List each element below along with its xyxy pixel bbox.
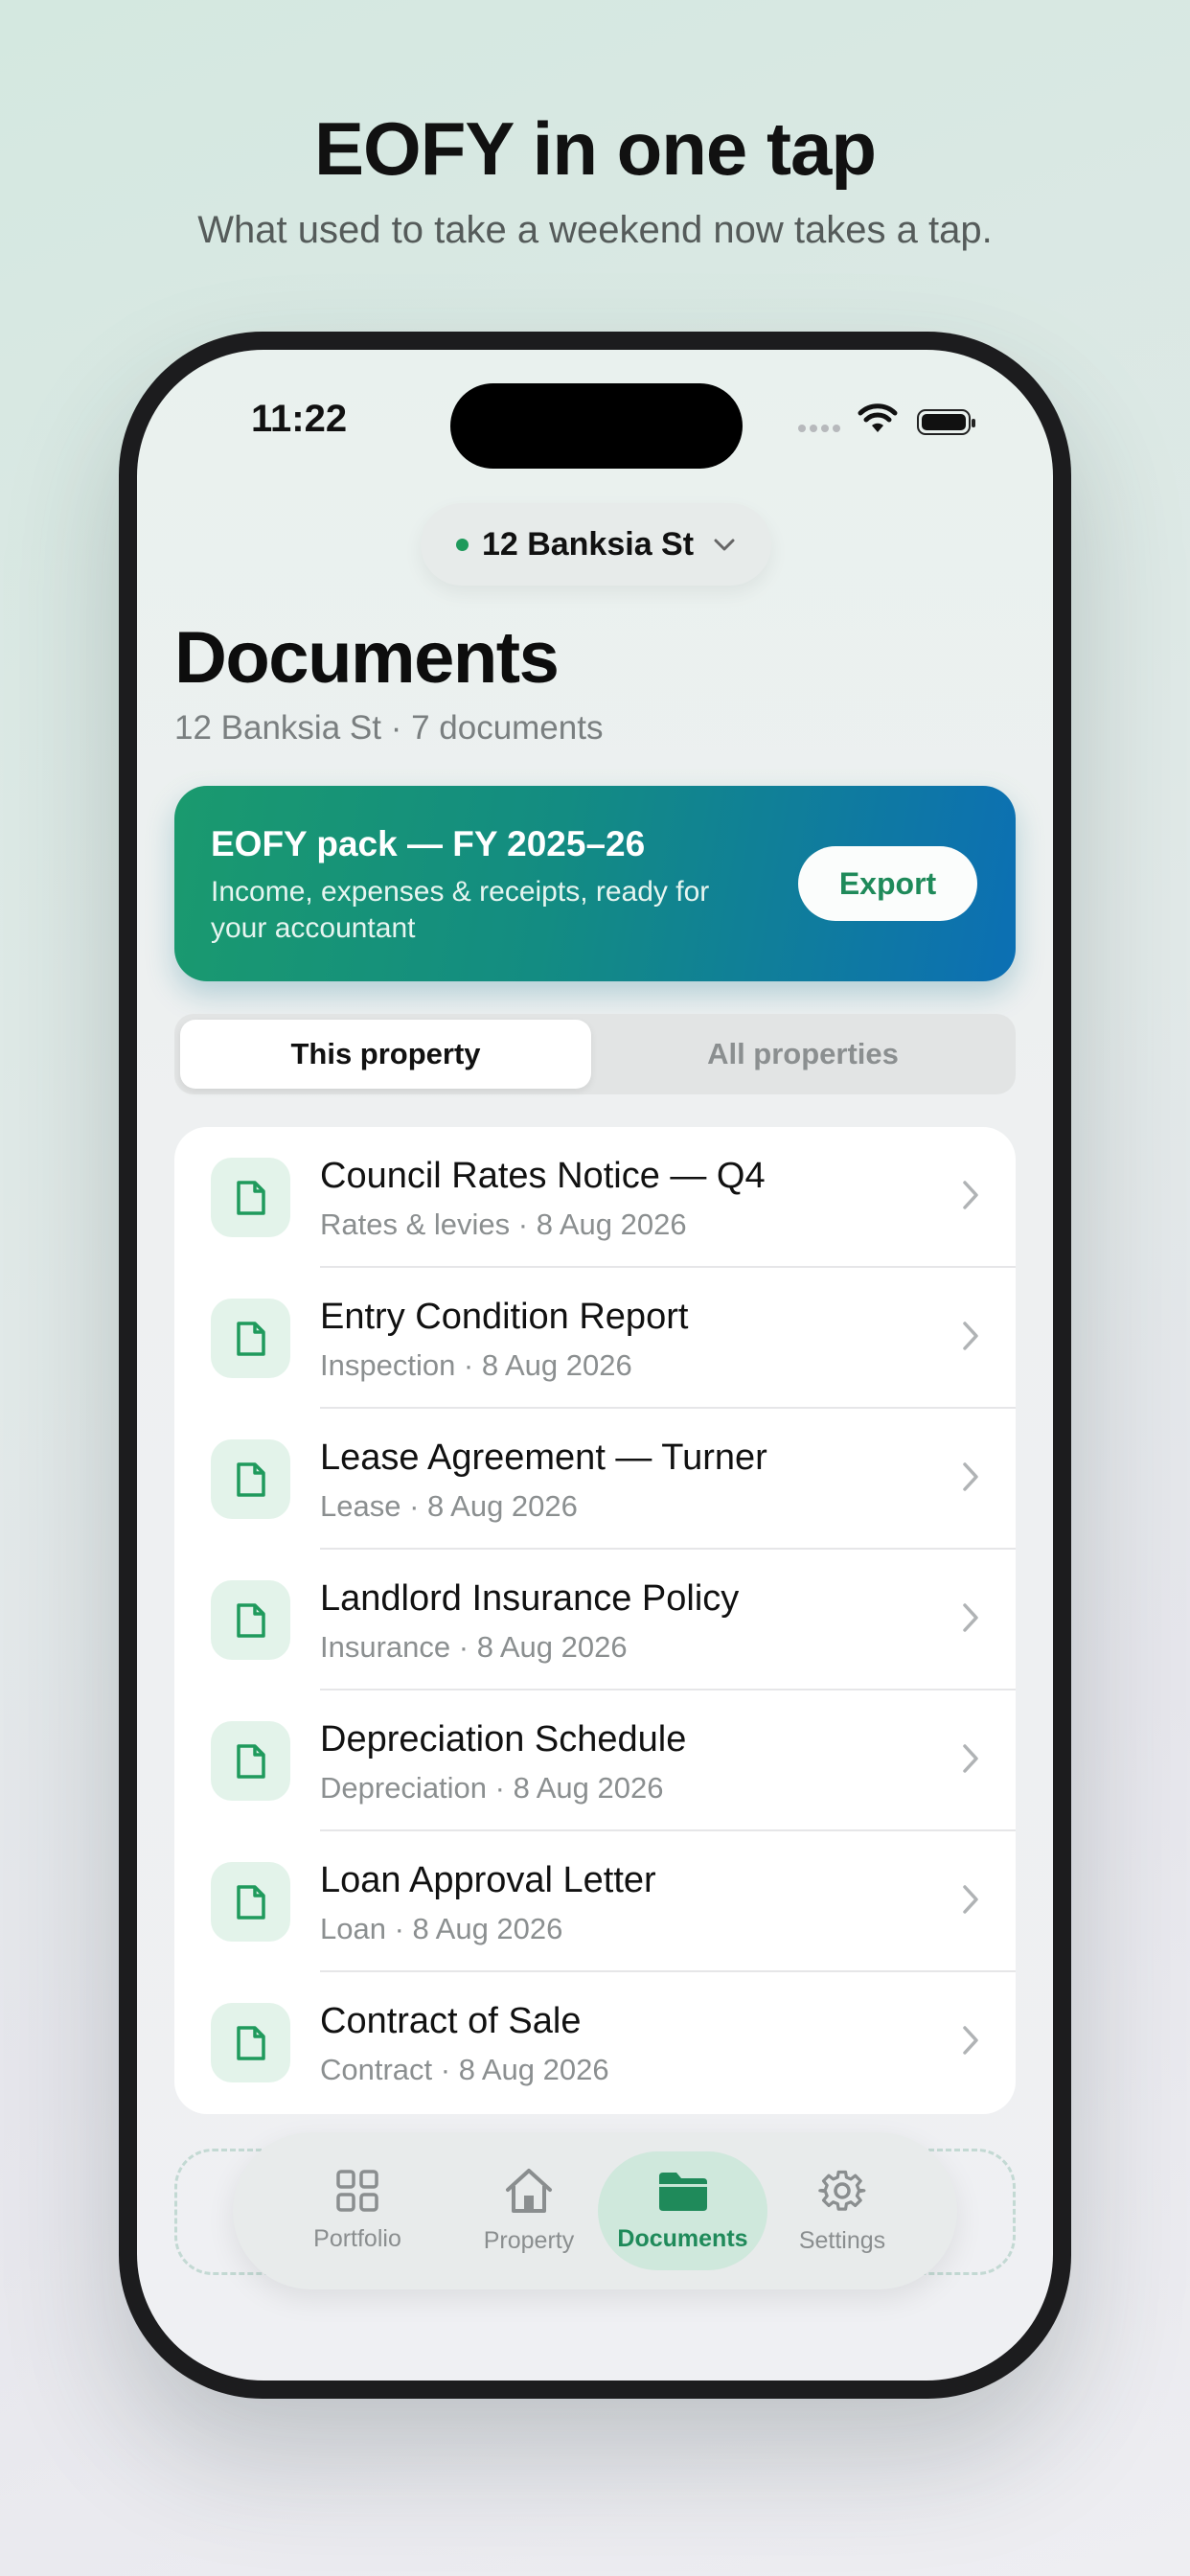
document-icon xyxy=(211,1721,290,1801)
document-row[interactable]: Landlord Insurance Policy Insurance · 8 … xyxy=(174,1550,1016,1690)
eofy-card-title: EOFY pack — FY 2025–26 xyxy=(211,824,646,863)
tab-label: Documents xyxy=(617,2225,748,2252)
document-meta: Depreciation · 8 Aug 2026 xyxy=(320,1771,664,1805)
export-button[interactable]: Export xyxy=(798,846,977,921)
document-title: Depreciation Schedule xyxy=(320,1719,687,1760)
signal-icon xyxy=(798,420,844,437)
house-icon xyxy=(503,2167,555,2220)
chevron-right-icon xyxy=(962,1884,979,1920)
status-dot xyxy=(455,538,469,551)
document-meta: Contract · 8 Aug 2026 xyxy=(320,2053,609,2086)
wifi-icon xyxy=(858,403,898,441)
dynamic-island xyxy=(450,383,743,469)
tab-bar: Portfolio Property Documents Settings xyxy=(233,2132,957,2289)
segment-all-properties[interactable]: All properties xyxy=(596,1020,1010,1089)
chevron-right-icon xyxy=(962,1461,979,1497)
document-row[interactable]: Loan Approval Letter Loan · 8 Aug 2026 xyxy=(174,1831,1016,1972)
document-title: Landlord Insurance Policy xyxy=(320,1578,740,1619)
document-icon xyxy=(211,1299,290,1378)
documents-list: Council Rates Notice — Q4 Rates & levies… xyxy=(174,1127,1016,2114)
document-meta: Rates & levies · 8 Aug 2026 xyxy=(320,1208,687,1241)
chevron-right-icon xyxy=(962,2025,979,2060)
tab-documents[interactable]: Documents xyxy=(598,2132,767,2289)
battery-icon xyxy=(917,409,975,435)
status-time: 11:22 xyxy=(251,398,348,440)
chevron-down-icon xyxy=(713,530,736,560)
chevron-right-icon xyxy=(962,1743,979,1779)
document-title: Council Rates Notice — Q4 xyxy=(320,1156,766,1196)
folder-icon xyxy=(656,2169,710,2218)
tab-property[interactable]: Property xyxy=(447,2132,610,2289)
document-row[interactable]: Lease Agreement — Turner Lease · 8 Aug 2… xyxy=(174,1409,1016,1550)
document-meta: Inspection · 8 Aug 2026 xyxy=(320,1348,632,1382)
page-subtitle: 12 Banksia St · 7 documents xyxy=(174,709,604,747)
document-icon xyxy=(211,1439,290,1519)
document-title: Contract of Sale xyxy=(320,2001,582,2041)
tab-label: Property xyxy=(483,2227,575,2254)
phone-screen: 11:22 12 Banksia St Documents 12 Banksia… xyxy=(137,350,1053,2380)
document-meta: Lease · 8 Aug 2026 xyxy=(320,1489,578,1523)
promo-headline: EOFY in one tap xyxy=(314,106,877,191)
document-meta: Loan · 8 Aug 2026 xyxy=(320,1912,563,1945)
document-title: Entry Condition Report xyxy=(320,1297,689,1337)
property-selector-label: 12 Banksia St xyxy=(481,525,695,563)
chevron-right-icon xyxy=(962,1602,979,1638)
promo-subhead: What used to take a weekend now takes a … xyxy=(197,209,993,251)
segment-this-property[interactable]: This property xyxy=(180,1020,591,1089)
document-row[interactable]: Depreciation Schedule Depreciation · 8 A… xyxy=(174,1690,1016,1831)
document-icon xyxy=(211,2003,290,2082)
gear-icon xyxy=(818,2167,866,2220)
chevron-right-icon xyxy=(962,1180,979,1215)
document-title: Lease Agreement — Turner xyxy=(320,1438,767,1478)
tab-portfolio[interactable]: Portfolio xyxy=(276,2132,439,2289)
page-title: Documents xyxy=(174,617,560,699)
document-row[interactable]: Contract of Sale Contract · 8 Aug 2026 xyxy=(174,1972,1016,2113)
tab-settings[interactable]: Settings xyxy=(761,2132,924,2289)
document-title: Loan Approval Letter xyxy=(320,1860,656,1900)
document-icon xyxy=(211,1862,290,1942)
document-row[interactable]: Council Rates Notice — Q4 Rates & levies… xyxy=(174,1127,1016,1268)
document-row[interactable]: Entry Condition Report Inspection · 8 Au… xyxy=(174,1268,1016,1409)
eofy-pack-card: EOFY pack — FY 2025–26 Income, expenses … xyxy=(174,786,1016,981)
tab-label: Portfolio xyxy=(313,2225,401,2252)
property-selector[interactable]: 12 Banksia St xyxy=(421,503,771,586)
property-scope-segmented-control: This property All properties xyxy=(174,1014,1016,1094)
chevron-right-icon xyxy=(962,1321,979,1356)
grid-icon xyxy=(335,2169,379,2218)
document-icon xyxy=(211,1580,290,1660)
tab-label: Settings xyxy=(798,2227,886,2254)
eofy-card-description: Income, expenses & receipts, ready for y… xyxy=(211,876,710,944)
document-meta: Insurance · 8 Aug 2026 xyxy=(320,1630,628,1664)
document-icon xyxy=(211,1158,290,1237)
